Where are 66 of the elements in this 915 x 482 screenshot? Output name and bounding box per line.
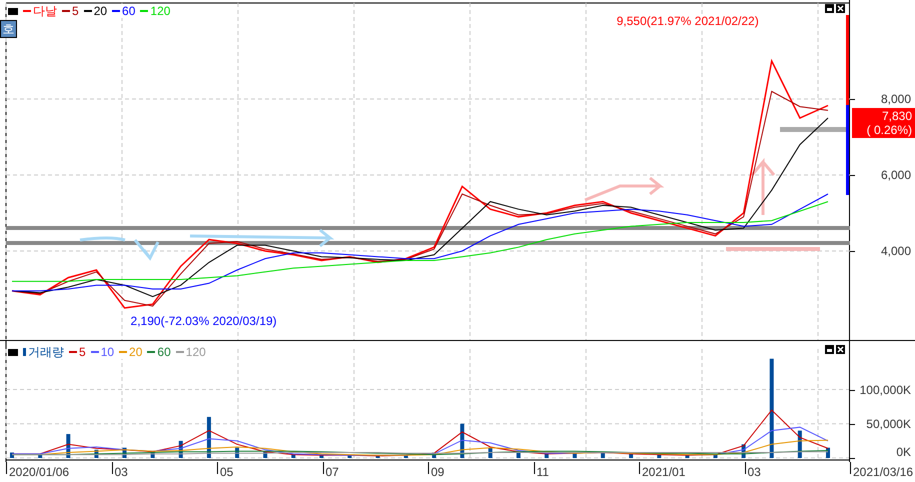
volume-bar bbox=[657, 454, 662, 458]
volume-bar bbox=[798, 430, 802, 458]
legend-toggle-icon[interactable] bbox=[8, 8, 18, 14]
volume-bar bbox=[66, 434, 70, 458]
legend-label: 120 bbox=[186, 345, 206, 359]
close-icon[interactable] bbox=[836, 345, 845, 354]
volume-bar bbox=[94, 450, 98, 458]
axis-label: 50,000K bbox=[866, 416, 911, 431]
axis-label: 4,000 bbox=[880, 244, 911, 258]
date-label: 05 bbox=[219, 464, 234, 479]
volume-bar bbox=[376, 456, 380, 458]
date-label: 03 bbox=[746, 464, 761, 479]
volume-bar bbox=[685, 455, 690, 458]
legend-label: 20 bbox=[94, 4, 108, 18]
legend-label: 10 bbox=[100, 345, 114, 359]
volume-bar bbox=[432, 452, 436, 458]
maximize-icon[interactable] bbox=[825, 4, 834, 13]
volume-bar bbox=[544, 454, 549, 458]
volume-bar bbox=[713, 454, 718, 458]
volume-bar bbox=[460, 424, 464, 458]
volume-bar bbox=[516, 452, 520, 458]
close-icon[interactable] bbox=[836, 4, 845, 13]
volume-bar bbox=[826, 448, 830, 458]
axis-label: 0K bbox=[896, 445, 911, 459]
legend-label: 다날 bbox=[33, 4, 57, 18]
price-annotation: 2,190(-72.03% 2020/03/19) bbox=[130, 314, 277, 328]
volume-bar bbox=[320, 455, 324, 458]
volume-bar bbox=[488, 448, 492, 458]
volume-bar bbox=[629, 454, 634, 458]
volume-bar bbox=[600, 452, 605, 458]
volume-bar bbox=[10, 452, 14, 458]
axis-label: 8,000 bbox=[880, 92, 911, 106]
date-label: 11 bbox=[536, 464, 549, 479]
volume-bar bbox=[38, 454, 42, 458]
axis-label: 6,000 bbox=[880, 168, 911, 182]
volume-bar bbox=[291, 454, 296, 458]
legend-toggle-icon[interactable] bbox=[8, 348, 18, 356]
volume-bar bbox=[122, 448, 127, 458]
volume-bar bbox=[404, 455, 408, 458]
current-price: 7,830 bbox=[880, 109, 912, 123]
volume-bar bbox=[263, 452, 268, 458]
date-label: 2021/01 bbox=[641, 464, 686, 479]
legend-label: 20 bbox=[129, 345, 142, 359]
date-label: 2020/01/06 bbox=[8, 464, 70, 479]
date-label: 07 bbox=[324, 464, 339, 479]
date-label: 09 bbox=[430, 464, 444, 479]
axis-label: 100,000K bbox=[860, 382, 911, 397]
volume-bar bbox=[742, 444, 746, 458]
maximize-icon[interactable] bbox=[825, 345, 834, 354]
volume-bar bbox=[572, 453, 577, 458]
price-change: ( 0.26%) bbox=[866, 123, 912, 137]
legend-label: 60 bbox=[122, 4, 136, 18]
volume-bar bbox=[235, 448, 240, 458]
volume-bar bbox=[150, 452, 155, 458]
volume-bar bbox=[206, 416, 211, 458]
volume-bar bbox=[348, 455, 352, 458]
legend-label: 5 bbox=[72, 4, 79, 18]
date-label: 03 bbox=[114, 464, 128, 479]
legend-label: 5 bbox=[79, 345, 86, 359]
date-label: 2021/03/16 bbox=[852, 464, 914, 479]
price-annotation: 9,550(21.97% 2021/02/22) bbox=[616, 14, 759, 28]
badge-icon[interactable]: 호 bbox=[0, 20, 17, 38]
volume-bar bbox=[178, 440, 183, 458]
legend-label: 거래량 bbox=[28, 345, 64, 359]
legend-label: 60 bbox=[157, 345, 171, 359]
legend-label: 120 bbox=[150, 4, 170, 18]
